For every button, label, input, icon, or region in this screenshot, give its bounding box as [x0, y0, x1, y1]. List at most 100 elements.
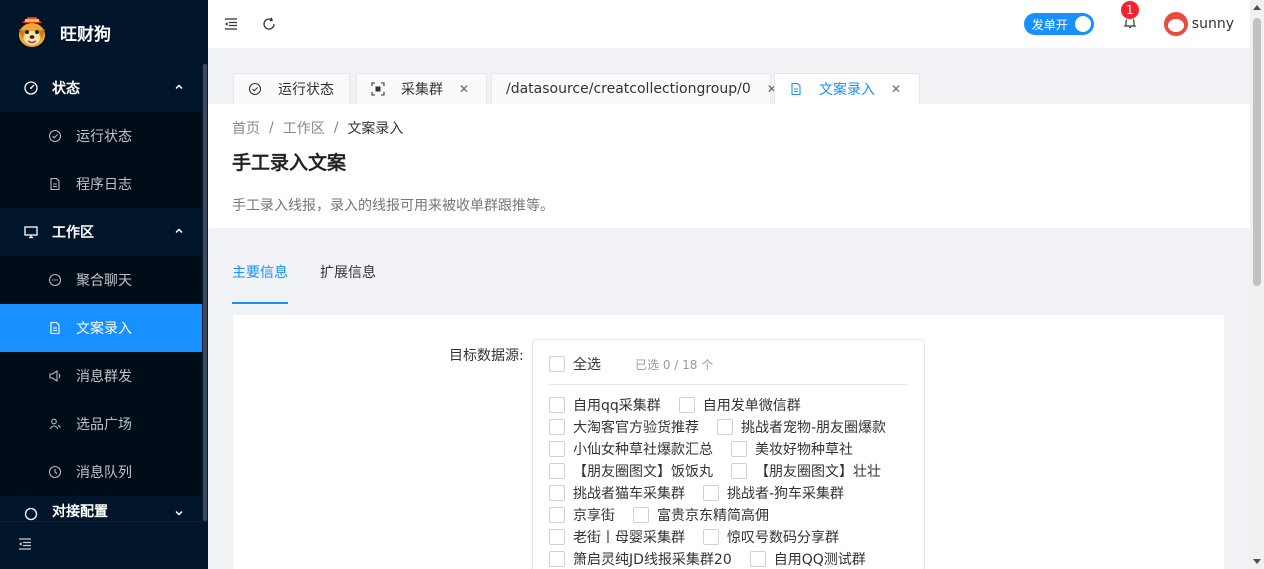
page-title: 手工录入文案 [232, 152, 347, 174]
option-label: 大淘客官方验货推荐 [573, 420, 699, 436]
option-checkbox[interactable] [549, 419, 565, 435]
datasource-option[interactable]: 挑战者宠物-朋友圈爆款 [717, 417, 886, 437]
option-checkbox[interactable] [731, 463, 747, 479]
sidebar-item-broadcast[interactable]: 消息群发 [0, 352, 208, 400]
sidebar-item-chat[interactable]: 聚合聊天 [0, 256, 208, 304]
tab-collect-group[interactable]: 采集群 ✕ [356, 73, 487, 104]
breadcrumb-home[interactable]: 首页 [232, 118, 260, 138]
menu-group-workspace[interactable]: 工作区 [0, 208, 208, 256]
close-icon[interactable]: ✕ [891, 82, 901, 96]
file-icon [48, 177, 62, 191]
tab-datasource[interactable]: /datasource/creatcollectiongroup/0 ✕ [491, 73, 777, 104]
clock-icon [48, 465, 62, 479]
option-label: 【朋友圈图文】壮壮 [755, 464, 881, 480]
scroll-down-arrow[interactable] [1253, 559, 1261, 564]
content-tabs: 主要信息 扩展信息 [232, 262, 408, 304]
option-label: 【朋友圈图文】饭饭丸 [573, 464, 713, 480]
reload-icon[interactable] [250, 0, 288, 48]
chevron-up-icon [174, 226, 184, 239]
option-label: 自用qq采集群 [573, 398, 661, 414]
tab-main-info[interactable]: 主要信息 [232, 262, 288, 304]
sidebar: 旺财狗 状态 运行状态 程序日志 工作区 聚合聊天 文案录入 消息群发 选品广场… [0, 0, 208, 569]
sidebar-item-run-status[interactable]: 运行状态 [0, 112, 208, 160]
option-label: 小仙女种草社爆款汇总 [573, 442, 713, 458]
toggle-knob [1074, 16, 1091, 32]
option-checkbox[interactable] [703, 485, 719, 501]
select-all-label[interactable]: 全选 [573, 354, 601, 374]
close-icon[interactable]: ✕ [459, 82, 469, 96]
option-checkbox[interactable] [731, 441, 747, 457]
user-menu[interactable]: sunny [1163, 12, 1234, 36]
option-checkbox[interactable] [633, 507, 649, 523]
option-checkbox[interactable] [549, 441, 565, 457]
menu-fold-icon[interactable] [18, 537, 32, 555]
menu-fold-icon[interactable] [212, 0, 250, 48]
option-list: 自用qq采集群 自用发单微信群大淘客官方验货推荐 挑战者宠物-朋友圈爆款小仙女种草社… [549, 394, 908, 569]
datasource-option[interactable]: 自用qq采集群 [549, 395, 661, 415]
sidebar-item-product-square[interactable]: 选品广场 [0, 400, 208, 448]
option-row: 箫启灵纯JD线报采集群20 自用QQ测试群 [549, 548, 908, 569]
datasource-option[interactable]: 惊叹号数码分享群 [703, 527, 839, 547]
breadcrumb-workspace[interactable]: 工作区 [283, 118, 325, 138]
datasource-option[interactable]: 挑战者猫车采集群 [549, 483, 685, 503]
datasource-option[interactable]: 京享街 [549, 505, 615, 525]
username: sunny [1191, 16, 1234, 32]
menu-group-status[interactable]: 状态 [0, 64, 208, 112]
tab-run-status[interactable]: 运行状态 [233, 73, 350, 104]
option-checkbox[interactable] [717, 419, 733, 435]
datasource-option[interactable]: 小仙女种草社爆款汇总 [549, 439, 713, 459]
option-checkbox[interactable] [678, 397, 695, 413]
sidebar-scrollbar-thumb[interactable] [203, 64, 207, 521]
page-header: 首页 / 工作区 / 文案录入 手工录入文案 手工录入线报，录入的线报可用来被收… [208, 104, 1250, 228]
sidebar-item-label: 选品广场 [76, 417, 132, 433]
tab-label: 采集群 [401, 82, 443, 98]
menu-group-integration[interactable]: 对接配置 [0, 496, 208, 521]
option-checkbox[interactable] [703, 529, 719, 545]
option-label: 挑战者宠物-朋友圈爆款 [741, 420, 887, 436]
datasource-option[interactable]: 美妆好物种草社 [731, 439, 853, 459]
breadcrumb: 首页 / 工作区 / 文案录入 [232, 118, 1226, 138]
option-label: 美妆好物种草社 [755, 442, 853, 458]
option-checkbox[interactable] [749, 551, 766, 567]
sidebar-item-program-log[interactable]: 程序日志 [0, 160, 208, 208]
option-checkbox[interactable] [549, 551, 565, 567]
datasource-option[interactable]: 【朋友圈图文】壮壮 [731, 461, 881, 481]
tab-extended-info[interactable]: 扩展信息 [320, 262, 376, 294]
datasource-option[interactable]: 箫启灵纯JD线报采集群20 [549, 549, 732, 569]
tab-copy-entry[interactable]: 文案录入 ✕ [774, 73, 920, 104]
message-icon [48, 273, 62, 287]
option-row: 挑战者猫车采集群 挑战者-狗车采集群 [549, 482, 908, 504]
menu-group-label: 对接配置 [52, 504, 108, 520]
option-checkbox[interactable] [549, 507, 565, 523]
avatar-face [1167, 19, 1184, 32]
option-checkbox[interactable] [549, 463, 565, 479]
notification-bell[interactable]: 1 [1119, 0, 1140, 34]
dashboard-icon [24, 81, 38, 95]
sidebar-item-label: 消息队列 [76, 465, 132, 481]
datasource-option[interactable]: 挑战者-狗车采集群 [703, 483, 844, 503]
select-all-checkbox[interactable] [549, 356, 565, 372]
sidebar-item-label: 运行状态 [76, 129, 132, 145]
option-row: 京享街 富贵京东精简高佣 [549, 504, 908, 526]
datasource-option[interactable]: 自用发单微信群 [678, 395, 801, 415]
sidebar-collapse-bar[interactable] [0, 521, 208, 569]
page-scrollbar[interactable] [1250, 0, 1264, 569]
sidebar-item-copy-entry[interactable]: 文案录入 [0, 304, 202, 352]
option-checkbox[interactable] [549, 397, 565, 413]
app-title: 旺财狗 [60, 24, 111, 45]
team-icon [48, 417, 62, 431]
datasource-option[interactable]: 自用QQ测试群 [749, 549, 866, 569]
toggle-label: 发单开 [1031, 17, 1068, 32]
option-checkbox[interactable] [549, 529, 565, 545]
dispatch-toggle[interactable]: 发单开 [1023, 13, 1094, 35]
datasource-option[interactable]: 大淘客官方验货推荐 [549, 417, 699, 437]
datasource-option[interactable]: 富贵京东精简高佣 [633, 505, 769, 525]
sidebar-item-message-queue[interactable]: 消息队列 [0, 448, 208, 496]
datasource-option[interactable]: 老街丨母婴采集群 [549, 527, 685, 547]
page-scrollbar-thumb[interactable] [1253, 18, 1261, 286]
scroll-up-arrow[interactable] [1253, 5, 1261, 10]
logo[interactable]: 旺财狗 [0, 0, 208, 64]
divider [549, 384, 908, 385]
option-checkbox[interactable] [549, 485, 565, 501]
datasource-option[interactable]: 【朋友圈图文】饭饭丸 [549, 461, 713, 481]
